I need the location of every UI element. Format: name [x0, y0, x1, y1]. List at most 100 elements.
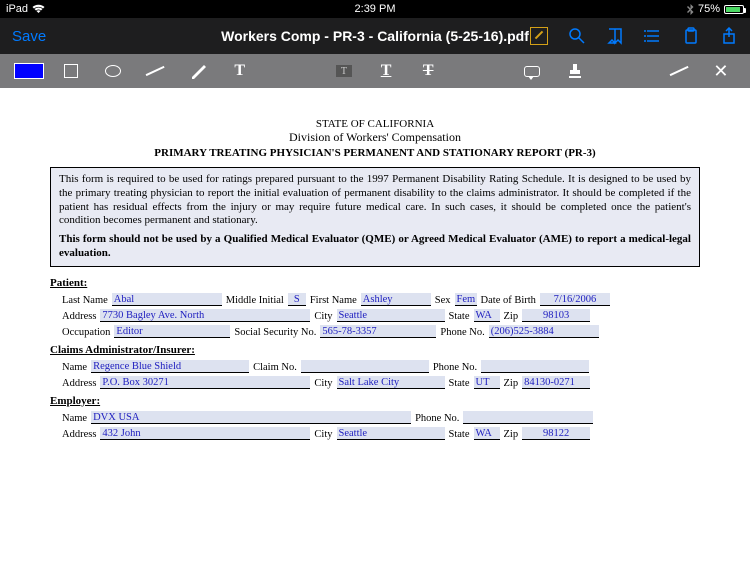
state-label: STATE OF CALIFORNIA [50, 118, 700, 130]
rectangle-tool[interactable] [51, 59, 91, 83]
field-claims-zip[interactable]: 84130-0271 [522, 376, 590, 389]
patient-row-1: Last Name Abal Middle Initial S First Na… [50, 293, 700, 306]
field-employer-phone[interactable] [463, 411, 593, 424]
field-employer-address[interactable]: 432 John [100, 427, 310, 440]
freehand-tool[interactable] [659, 59, 699, 83]
wifi-icon [32, 4, 45, 14]
battery-icon [724, 5, 744, 14]
field-claims-name[interactable]: Regence Blue Shield [91, 360, 249, 373]
field-patient-city[interactable]: Seattle [337, 309, 445, 322]
label-dob: Date of Birth [481, 295, 536, 306]
info-warning: This form should not be used by a Qualif… [59, 233, 691, 261]
field-employer-city[interactable]: Seattle [337, 427, 445, 440]
label-zip: Zip [504, 311, 519, 322]
field-patient-zip[interactable]: 98103 [522, 309, 590, 322]
color-picker[interactable] [9, 59, 49, 83]
square-icon [64, 64, 78, 78]
field-employer-state[interactable]: WA [474, 427, 500, 440]
patient-row-2: Address 7730 Bagley Ave. North City Seat… [50, 309, 700, 322]
field-occupation[interactable]: Editor [114, 325, 230, 338]
highlight-icon: T [336, 65, 352, 77]
line-icon [146, 66, 165, 76]
status-bar: iPad 2:39 PM 75% [0, 0, 750, 18]
device-label: iPad [6, 3, 28, 15]
info-box: This form is required to be used for rat… [50, 167, 700, 267]
search-icon[interactable] [568, 27, 586, 45]
label-address: Address [62, 378, 96, 389]
field-first-name[interactable]: Ashley [361, 293, 431, 306]
field-claims-address[interactable]: P.O. Box 30271 [100, 376, 310, 389]
label-ssn: Social Security No. [234, 327, 316, 338]
note-icon [524, 66, 540, 77]
field-ssn[interactable]: 565-78-3357 [320, 325, 436, 338]
patient-row-3: Occupation Editor Social Security No. 56… [50, 325, 700, 338]
label-phone: Phone No. [433, 362, 477, 373]
field-claims-city[interactable]: Salt Lake City [337, 376, 445, 389]
underline-icon: T [381, 62, 392, 80]
field-mi[interactable]: S [288, 293, 306, 306]
doc-header: STATE OF CALIFORNIA Division of Workers'… [50, 118, 700, 159]
field-sex[interactable]: Fem [455, 293, 477, 306]
note-tool[interactable] [512, 59, 552, 83]
stamp-tool[interactable] [555, 59, 595, 83]
document-title: Workers Comp - PR-3 - California (5-25-1… [221, 28, 529, 44]
field-employer-name[interactable]: DVX USA [91, 411, 411, 424]
label-mi: Middle Initial [226, 295, 284, 306]
field-last-name[interactable]: Abal [112, 293, 222, 306]
label-city: City [314, 378, 332, 389]
pen-tool[interactable] [178, 59, 218, 83]
line-tool[interactable] [135, 59, 175, 83]
report-title: PRIMARY TREATING PHYSICIAN'S PERMANENT A… [50, 147, 700, 159]
label-sex: Sex [435, 295, 451, 306]
section-patient: Patient: [50, 277, 700, 289]
label-claim-no: Claim No. [253, 362, 297, 373]
highlight-tool[interactable]: T [324, 59, 364, 83]
underline-tool[interactable]: T [366, 59, 406, 83]
color-swatch [14, 63, 44, 79]
employer-row-1: Name DVX USA Phone No. [50, 411, 700, 424]
section-employer: Employer: [50, 395, 700, 407]
annotation-toolbar: T T T T ✕ [0, 54, 750, 88]
label-address: Address [62, 311, 96, 322]
claims-row-2: Address P.O. Box 30271 City Salt Lake Ci… [50, 376, 700, 389]
battery-percent: 75% [698, 3, 720, 15]
field-patient-state[interactable]: WA [474, 309, 500, 322]
outline-icon[interactable] [644, 27, 662, 45]
label-state: State [449, 311, 470, 322]
ellipse-tool[interactable] [93, 59, 133, 83]
section-claims: Claims Administrator/Insurer: [50, 344, 700, 356]
field-patient-phone[interactable]: (206)525-3884 [489, 325, 599, 338]
field-claims-state[interactable]: UT [474, 376, 500, 389]
label-city: City [314, 311, 332, 322]
document-viewport[interactable]: STATE OF CALIFORNIA Division of Workers'… [0, 88, 750, 562]
division-label: Division of Workers' Compensation [50, 130, 700, 145]
clipboard-icon[interactable] [682, 27, 700, 45]
share-icon[interactable] [720, 27, 738, 45]
close-toolbar[interactable]: ✕ [701, 59, 741, 83]
nav-bar: Save Workers Comp - PR-3 - California (5… [0, 18, 750, 54]
bookmark-icon[interactable] [606, 27, 624, 45]
field-dob[interactable]: 7/16/2006 [540, 293, 610, 306]
label-zip: Zip [504, 378, 519, 389]
field-claims-phone[interactable] [481, 360, 589, 373]
label-state: State [449, 378, 470, 389]
label-phone: Phone No. [415, 413, 459, 424]
label-occupation: Occupation [62, 327, 110, 338]
ellipse-icon [105, 65, 121, 77]
employer-row-2: Address 432 John City Seattle State WA Z… [50, 427, 700, 440]
field-patient-address[interactable]: 7730 Bagley Ave. North [100, 309, 310, 322]
label-address: Address [62, 429, 96, 440]
save-button[interactable]: Save [12, 28, 46, 45]
status-time: 2:39 PM [355, 3, 396, 15]
label-name: Name [62, 362, 87, 373]
text-tool[interactable]: T [220, 59, 260, 83]
strike-tool[interactable]: T [408, 59, 448, 83]
label-state: State [449, 429, 470, 440]
strike-icon: T [423, 62, 434, 80]
field-claim-no[interactable] [301, 360, 429, 373]
edit-icon[interactable] [530, 27, 548, 45]
label-city: City [314, 429, 332, 440]
field-employer-zip[interactable]: 98122 [522, 427, 590, 440]
text-icon: T [234, 62, 245, 80]
label-phone: Phone No. [440, 327, 484, 338]
